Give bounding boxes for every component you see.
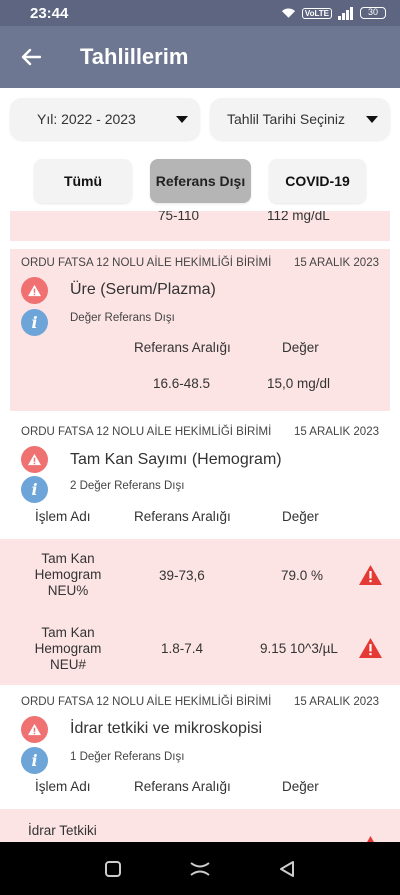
- dropdown-arrow-icon: [176, 115, 188, 123]
- year-dropdown-value: Yıl: 2022 - 2023: [37, 111, 136, 127]
- test-name: Tam Kan Sayımı (Hemogram): [70, 451, 282, 468]
- result-date: 15 ARALIK 2023: [293, 426, 379, 438]
- result-date: 15 ARALIK 2023: [293, 696, 379, 708]
- process-name-header: İşlem Adı: [35, 779, 91, 794]
- reference-range-header: Referans Aralığı: [134, 509, 231, 524]
- result-value: 112 mg/dL: [267, 211, 330, 223]
- home-icon[interactable]: [189, 860, 211, 878]
- date-dropdown-value: Tahlil Tarihi Seçiniz: [227, 111, 346, 127]
- battery-icon: 30: [360, 7, 386, 19]
- reference-range: 1.8-7.4: [161, 641, 204, 656]
- institution-name: ORDU FATSA 12 NOLU AİLE HEKİMLİĞİ BİRİMİ: [21, 426, 272, 438]
- table-row-name: Tam Kan Hemogram NEU%: [34, 551, 102, 598]
- info-icon: i: [21, 309, 48, 336]
- reference-range: 16.6-48.5: [153, 376, 211, 391]
- warning-icon: [21, 446, 48, 473]
- status-icons: VoLTE 30: [281, 6, 386, 20]
- app-bar: Tahlillerim: [0, 26, 400, 88]
- tab-all[interactable]: Tümü: [34, 159, 132, 203]
- reference-range-header: Referans Aralığı: [134, 779, 231, 794]
- warning-triangle-icon: [359, 565, 382, 585]
- system-nav-bar: [0, 842, 400, 895]
- reference-range: 39-73,6: [159, 568, 205, 583]
- page-title: Tahlillerim: [80, 44, 189, 69]
- out-of-range-info: 1 Değer Referans Dışı: [70, 751, 185, 763]
- result-value: 79.0 %: [281, 568, 324, 583]
- partial-result-row: 75-110 112 mg/dL: [10, 211, 390, 241]
- value-header: Değer: [282, 509, 319, 524]
- tab-covid19[interactable]: COVID-19: [269, 159, 366, 203]
- test-name: Üre (Serum/Plazma): [70, 281, 216, 298]
- year-dropdown[interactable]: Yıl: 2022 - 2023: [10, 98, 200, 140]
- back-nav-icon[interactable]: [278, 860, 296, 878]
- volte-icon: VoLTE: [301, 7, 332, 19]
- result-value: 9.15 10^3/µL: [260, 641, 338, 656]
- range-value: 75-110: [158, 211, 200, 223]
- result-value: 15,0 mg/dl: [267, 376, 331, 391]
- warning-triangle-icon: [367, 836, 374, 842]
- status-time: 23:44: [30, 4, 69, 22]
- date-dropdown[interactable]: Tahlil Tarihi Seçiniz: [210, 98, 390, 140]
- out-of-range-info: 2 Değer Referans Dışı: [70, 480, 185, 492]
- filter-tabs: Tümü Referans Dışı COVID-19: [0, 159, 400, 203]
- reference-range-header: Referans Aralığı: [134, 340, 231, 355]
- wifi-icon: [281, 8, 295, 18]
- out-of-range-info: Değer Referans Dışı: [70, 312, 175, 324]
- status-bar: 23:44 VoLTE 30: [0, 0, 400, 26]
- process-name-header: İşlem Adı: [35, 509, 91, 524]
- signal-icon: [338, 6, 353, 20]
- table-row-name: İdrar Tetkiki: [28, 823, 97, 838]
- back-button[interactable]: [0, 26, 62, 88]
- institution-name: ORDU FATSA 12 NOLU AİLE HEKİMLİĞİ BİRİMİ: [21, 696, 272, 708]
- institution-name: ORDU FATSA 12 NOLU AİLE HEKİMLİĞİ BİRİMİ: [21, 257, 272, 269]
- result-date: 15 ARALIK 2023: [293, 257, 379, 269]
- value-header: Değer: [282, 779, 319, 794]
- filter-row: Yıl: 2022 - 2023 Tahlil Tarihi Seçiniz: [10, 98, 390, 140]
- info-icon: i: [21, 747, 48, 774]
- warning-icon: [21, 716, 48, 743]
- results-list[interactable]: 75-110 112 mg/dL ORDU FATSA 12 NOLU AİLE…: [0, 211, 400, 842]
- tab-out-of-range[interactable]: Referans Dışı: [150, 159, 251, 203]
- arrow-left-icon: [21, 48, 41, 66]
- value-header: Değer: [282, 340, 319, 355]
- dropdown-arrow-icon: [366, 115, 378, 123]
- test-name: İdrar tetkiki ve mikroskopisi: [70, 720, 263, 737]
- table-row-name: Tam Kan Hemogram NEU#: [34, 625, 102, 672]
- recents-icon[interactable]: [104, 860, 122, 878]
- warning-triangle-icon: [359, 638, 382, 658]
- warning-icon: [21, 277, 48, 304]
- info-icon: i: [21, 476, 48, 503]
